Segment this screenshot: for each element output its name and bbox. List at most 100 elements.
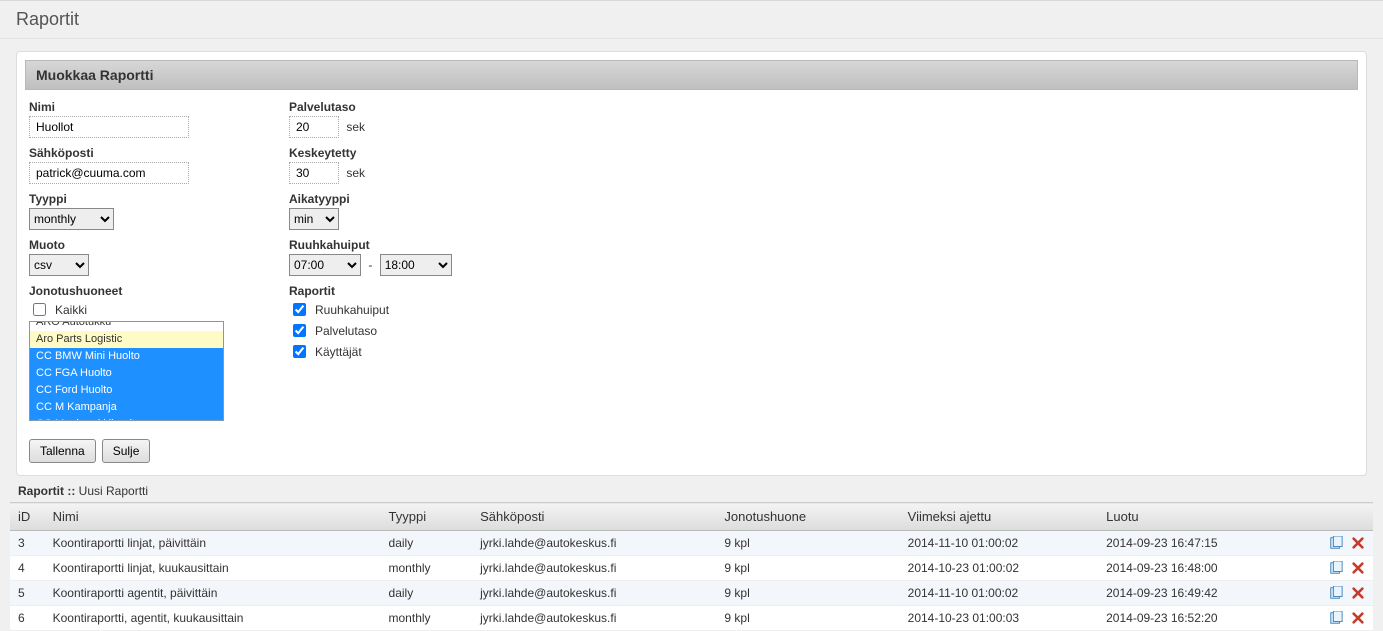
th-type[interactable]: Tyyppi [381, 503, 473, 531]
input-name[interactable] [29, 116, 189, 138]
checkbox-report-users[interactable] [293, 345, 306, 358]
select-timetype[interactable]: min [289, 208, 339, 230]
label-servicelevel: Palvelutaso [289, 100, 489, 114]
cell-queue: 9 kpl [716, 581, 899, 606]
cell-lastrun: 2014-11-10 01:00:02 [900, 581, 1098, 606]
table-row: 6Koontiraportti, agentit, kuukausittainm… [10, 606, 1373, 631]
queue-option[interactable]: ARO Autotukku [30, 321, 223, 331]
table-row: 4Koontiraportti linjat, kuukausittainmon… [10, 556, 1373, 581]
label-report-peaks: Ruuhkahuiput [315, 303, 389, 317]
cell-created: 2014-09-23 16:49:42 [1098, 581, 1312, 606]
table-row: 3Koontiraportti linjat, päivittäindailyj… [10, 531, 1373, 556]
cell-type: daily [381, 531, 473, 556]
cell-name: Koontiraportti linjat, päivittäin [45, 531, 381, 556]
cell-created: 2014-09-23 16:52:20 [1098, 606, 1312, 631]
table-header-row: iD Nimi Tyyppi Sähköposti Jonotushuone V… [10, 503, 1373, 531]
cell-type: monthly [381, 606, 473, 631]
cell-lastrun: 2014-11-10 01:00:02 [900, 531, 1098, 556]
cell-email: jyrki.lahde@autokeskus.fi [472, 606, 716, 631]
input-email[interactable] [29, 162, 189, 184]
dash: - [368, 258, 372, 272]
th-queue[interactable]: Jonotushuone [716, 503, 899, 531]
label-report-servicelevel: Palvelutaso [315, 324, 377, 338]
cell-queue: 9 kpl [716, 606, 899, 631]
queue-option[interactable]: CC BMW Mini Huolto [30, 348, 223, 365]
cell-name: Koontiraportti, agentit, kuukausittain [45, 606, 381, 631]
delete-icon[interactable] [1351, 561, 1365, 575]
edit-icon[interactable] [1329, 561, 1343, 575]
checkbox-all-queues[interactable] [33, 303, 46, 316]
edit-report-panel: Muokkaa Raportti Nimi Sähköposti Tyyppi … [16, 51, 1367, 476]
input-servicelevel[interactable] [289, 116, 339, 138]
page-title: Raportit [0, 0, 1383, 39]
cell-email: jyrki.lahde@autokeskus.fi [472, 581, 716, 606]
checkbox-report-servicelevel[interactable] [293, 324, 306, 337]
edit-icon[interactable] [1329, 611, 1343, 625]
breadcrumb-a[interactable]: Raportit [18, 484, 64, 498]
cell-email: jyrki.lahde@autokeskus.fi [472, 531, 716, 556]
checkbox-report-peaks[interactable] [293, 303, 306, 316]
cell-actions [1312, 581, 1373, 606]
th-email[interactable]: Sähköposti [472, 503, 716, 531]
delete-icon[interactable] [1351, 586, 1365, 600]
cell-name: Koontiraportti agentit, päivittäin [45, 581, 381, 606]
input-abandoned[interactable] [289, 162, 339, 184]
delete-icon[interactable] [1351, 611, 1365, 625]
label-all: Kaikki [55, 303, 87, 317]
cell-lastrun: 2014-10-23 01:00:03 [900, 606, 1098, 631]
th-id[interactable]: iD [10, 503, 45, 531]
reports-table: iD Nimi Tyyppi Sähköposti Jonotushuone V… [10, 502, 1373, 631]
cell-type: monthly [381, 556, 473, 581]
label-queues: Jonotushuoneet [29, 284, 229, 298]
label-timetype: Aikatyyppi [289, 192, 489, 206]
label-peaks: Ruuhkahuiput [289, 238, 489, 252]
cell-id: 5 [10, 581, 45, 606]
edit-icon[interactable] [1329, 586, 1343, 600]
delete-icon[interactable] [1351, 536, 1365, 550]
label-name: Nimi [29, 100, 229, 114]
table-row: 5Koontiraportti agentit, päivittäindaily… [10, 581, 1373, 606]
th-created[interactable]: Luotu [1098, 503, 1312, 531]
select-peak-start[interactable]: 07:00 [289, 254, 361, 276]
label-type: Tyyppi [29, 192, 229, 206]
queue-option[interactable]: CC FGA Huolto [30, 365, 223, 382]
breadcrumb: Raportit :: Uusi Raportti [18, 484, 1365, 498]
unit-sec-1: sek [346, 120, 365, 134]
cell-actions [1312, 556, 1373, 581]
unit-sec-2: sek [346, 166, 365, 180]
cell-queue: 9 kpl [716, 531, 899, 556]
save-button[interactable]: Tallenna [29, 439, 96, 463]
queue-option[interactable]: CC Monimerkkihuolto [30, 416, 223, 421]
label-email: Sähköposti [29, 146, 229, 160]
cell-lastrun: 2014-10-23 01:00:02 [900, 556, 1098, 581]
queue-option[interactable]: Aro Parts Logistic [30, 331, 223, 348]
panel-header: Muokkaa Raportti [25, 60, 1358, 90]
cell-name: Koontiraportti linjat, kuukausittain [45, 556, 381, 581]
select-format[interactable]: csv [29, 254, 89, 276]
cell-id: 4 [10, 556, 45, 581]
cell-created: 2014-09-23 16:47:15 [1098, 531, 1312, 556]
label-format: Muoto [29, 238, 229, 252]
cell-queue: 9 kpl [716, 556, 899, 581]
label-report-users: Käyttäjät [315, 345, 362, 359]
cell-id: 6 [10, 606, 45, 631]
cell-actions [1312, 606, 1373, 631]
queue-listbox[interactable]: ARO AutotukkuAro Parts LogisticCC BMW Mi… [29, 321, 224, 421]
th-actions [1312, 503, 1373, 531]
th-lastrun[interactable]: Viimeksi ajettu [900, 503, 1098, 531]
queue-option[interactable]: CC M Kampanja [30, 399, 223, 416]
breadcrumb-b[interactable]: Uusi Raportti [79, 484, 148, 498]
cell-created: 2014-09-23 16:48:00 [1098, 556, 1312, 581]
label-abandoned: Keskeytetty [289, 146, 489, 160]
cell-type: daily [381, 581, 473, 606]
select-type[interactable]: monthly [29, 208, 114, 230]
close-button[interactable]: Sulje [102, 439, 151, 463]
queue-option[interactable]: CC Ford Huolto [30, 382, 223, 399]
th-name[interactable]: Nimi [45, 503, 381, 531]
edit-icon[interactable] [1329, 536, 1343, 550]
cell-actions [1312, 531, 1373, 556]
select-peak-end[interactable]: 18:00 [380, 254, 452, 276]
cell-id: 3 [10, 531, 45, 556]
cell-email: jyrki.lahde@autokeskus.fi [472, 556, 716, 581]
label-reports: Raportit [289, 284, 489, 298]
